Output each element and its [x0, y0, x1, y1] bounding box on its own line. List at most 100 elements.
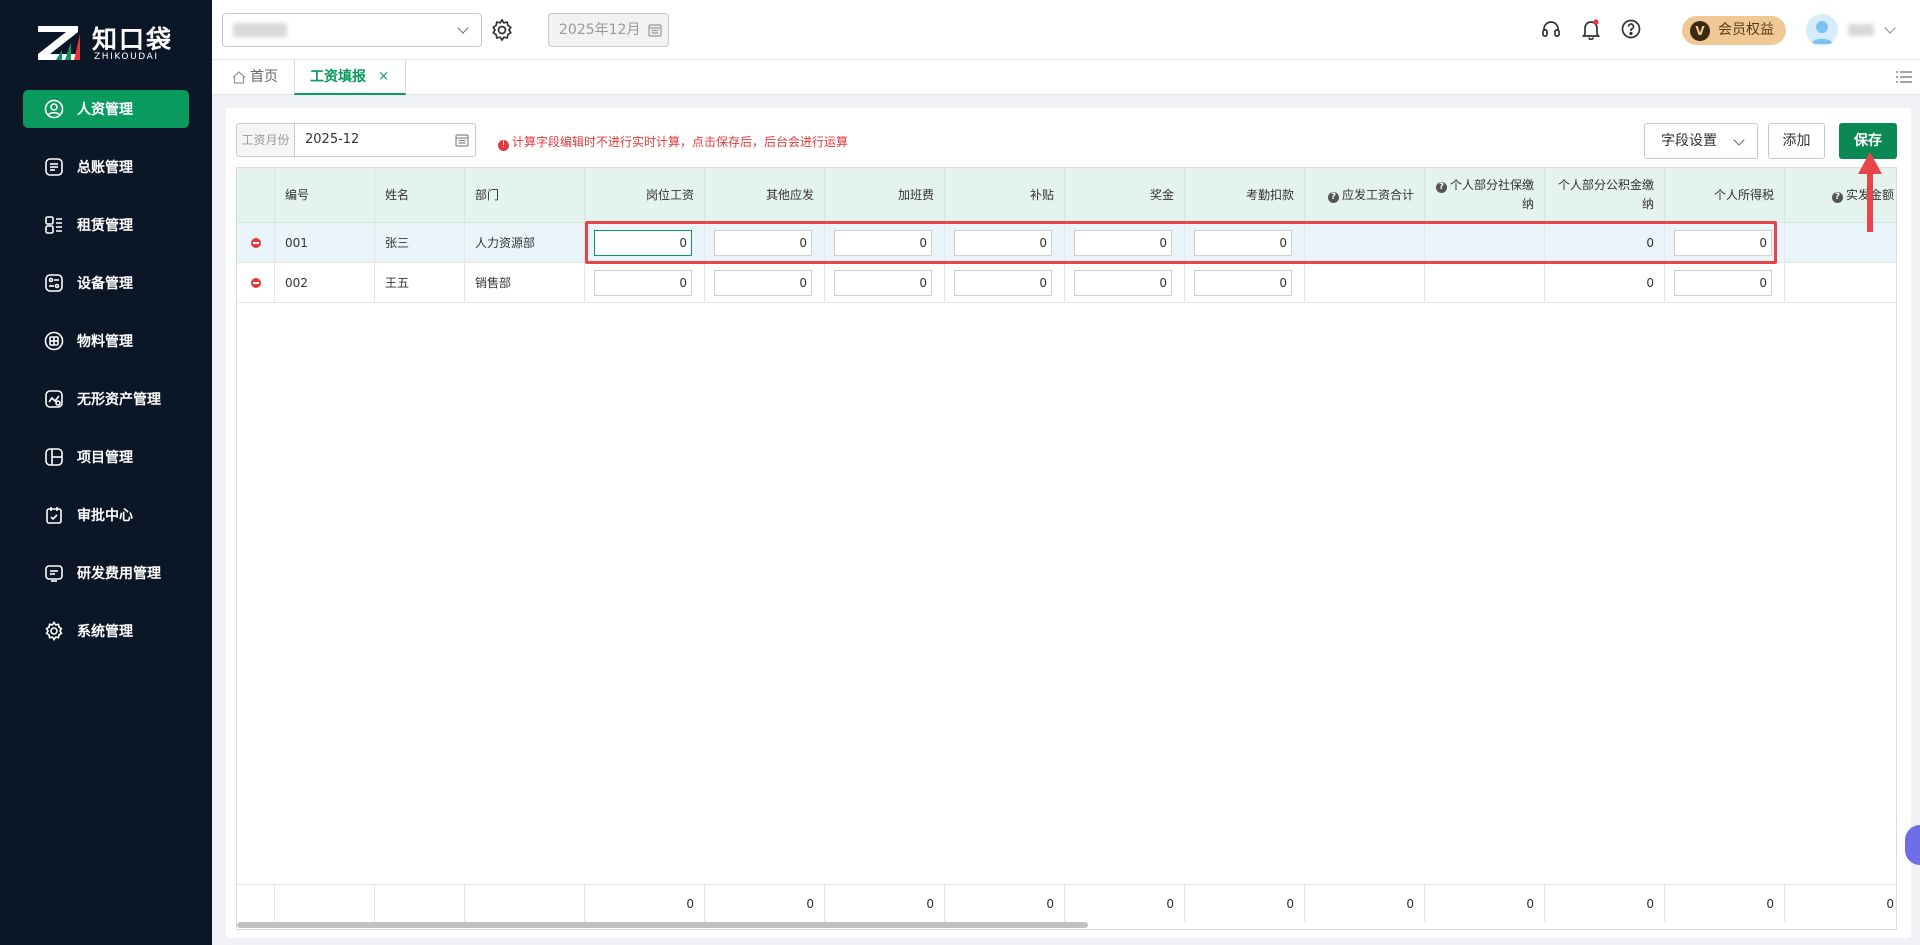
cell-overtime-pay: 0 — [825, 223, 945, 263]
bell-icon[interactable] — [1580, 18, 1602, 40]
attendance-deduction-input[interactable]: 0 — [1194, 230, 1292, 256]
cell-other-pay: 0 — [705, 223, 825, 263]
tab-list-icon[interactable] — [1896, 70, 1912, 84]
column-header-net-pay: ? 实发金额 — [1785, 168, 1896, 223]
column-header-department: 部门 — [465, 168, 585, 223]
bonus-input[interactable]: 0 — [1074, 230, 1172, 256]
bonus-input[interactable]: 0 — [1074, 270, 1172, 296]
cell-employee-id: 002 — [275, 263, 375, 303]
field-settings-dropdown[interactable]: 字段设置 — [1644, 123, 1758, 159]
department-value: 销售部 — [475, 276, 512, 290]
subsidy-input[interactable]: 0 — [954, 270, 1052, 296]
column-header-label: 其他应发 — [765, 187, 814, 202]
user-menu-chevron-icon[interactable] — [1884, 22, 1896, 34]
cell-post-wage: 0 — [585, 223, 705, 263]
salary-table: 编号 姓名 部门 岗位工资 其他应发 加班费 补贴 奖金 考勤扣款? 应发工资合计? 个人部分社保缴… — [236, 167, 1897, 930]
settings-icon[interactable] — [490, 18, 514, 42]
help-icon[interactable]: ? — [1327, 191, 1339, 203]
sidebar-item-project[interactable]: 项目管理 — [23, 438, 189, 476]
cell-housing-fund: 0 — [1545, 223, 1665, 263]
cell-net-pay — [1785, 263, 1896, 303]
sidebar-item-system[interactable]: 系统管理 — [23, 612, 189, 650]
sidebar-item-material[interactable]: 物料管理 — [23, 322, 189, 360]
tab-home[interactable]: 首页 — [230, 60, 278, 95]
housing-fund-value: 0 — [1646, 275, 1654, 290]
column-header-label: 部门 — [475, 187, 500, 202]
avatar[interactable] — [1806, 14, 1838, 46]
home-icon — [232, 71, 246, 84]
field-settings-label: 字段设置 — [1661, 133, 1717, 149]
brand-name-en: ZHIKOUDAI — [94, 52, 159, 62]
tab-label: 工资填报 — [310, 69, 366, 85]
post-wage-input[interactable]: 0 — [594, 270, 692, 296]
attendance-deduction-input[interactable]: 0 — [1194, 270, 1292, 296]
subsidy-input[interactable]: 0 — [954, 230, 1052, 256]
cell-net-pay — [1785, 223, 1896, 263]
sidebar-menu: 人资管理 总账管理 租赁管理 设备管理 物料管理 无形资产管理 项目管理 审批中… — [0, 90, 212, 670]
sidebar-item-label: 物料管理 — [77, 334, 133, 350]
salary-month-label: 工资月份 — [236, 123, 294, 157]
column-header-employee-name: 姓名 — [375, 168, 465, 223]
device-icon — [43, 272, 65, 294]
cell-employee-name: 王五 — [375, 263, 465, 303]
income-tax-input[interactable]: 0 — [1674, 230, 1772, 256]
cell-subsidy: 0 — [945, 223, 1065, 263]
overtime-pay-input[interactable]: 0 — [834, 270, 932, 296]
brand-name: 知口袋 — [92, 25, 174, 54]
post-wage-input[interactable]: 0 — [594, 230, 692, 256]
cell-department: 人力资源部 — [465, 223, 585, 263]
tab-salary-entry[interactable]: 工资填报 × — [294, 60, 406, 95]
save-button[interactable]: 保存 — [1839, 123, 1897, 159]
column-header-subsidy: 补贴 — [945, 168, 1065, 223]
headset-icon[interactable] — [1540, 18, 1562, 40]
close-icon[interactable]: × — [378, 60, 389, 94]
chat-support-icon[interactable] — [1905, 825, 1920, 865]
overtime-pay-input[interactable]: 0 — [834, 230, 932, 256]
sidebar-item-rd-expense[interactable]: 研发费用管理 — [23, 554, 189, 592]
sidebar-item-label: 人资管理 — [77, 102, 133, 118]
tab-bar: 首页 工资填报 × — [212, 60, 1920, 95]
help-icon[interactable] — [1620, 18, 1642, 40]
row-action-cell — [237, 263, 275, 303]
add-button[interactable]: 添加 — [1768, 123, 1825, 159]
cell-housing-fund: 0 — [1545, 263, 1665, 303]
sidebar-item-device[interactable]: 设备管理 — [23, 264, 189, 302]
sidebar-item-ledger[interactable]: 总账管理 — [23, 148, 189, 186]
column-header-label: 补贴 — [1029, 187, 1054, 202]
company-select[interactable] — [222, 13, 482, 47]
column-header-post-wage: 岗位工资 — [585, 168, 705, 223]
income-tax-input[interactable]: 0 — [1674, 270, 1772, 296]
sidebar-item-hr[interactable]: 人资管理 — [23, 90, 189, 128]
horizontal-scrollbar[interactable] — [237, 922, 1088, 928]
total-overtime-pay: 0 — [825, 884, 945, 922]
column-header-label: 姓名 — [385, 187, 410, 202]
sidebar-item-lease[interactable]: 租赁管理 — [23, 206, 189, 244]
brand-logo[interactable]: 知口袋 ZHIKOUDAI — [36, 20, 186, 66]
total-bonus: 0 — [1065, 884, 1185, 922]
other-pay-input[interactable]: 0 — [714, 270, 812, 296]
housing-fund-value: 0 — [1646, 235, 1654, 250]
cell-income-tax: 0 — [1665, 263, 1785, 303]
help-icon[interactable]: ? — [1435, 182, 1447, 193]
employee-id-value: 001 — [285, 235, 308, 250]
salary-month-picker[interactable]: 2025-12 — [294, 123, 476, 157]
remove-row-icon[interactable] — [250, 277, 261, 288]
member-benefits-button[interactable]: V 会员权益 — [1682, 16, 1786, 45]
other-pay-input[interactable]: 0 — [714, 230, 812, 256]
sidebar-item-approval[interactable]: 审批中心 — [23, 496, 189, 534]
remove-row-icon[interactable] — [250, 237, 261, 248]
column-header-label: 应发工资合计 — [1341, 187, 1414, 202]
total-post-wage: 0 — [585, 884, 705, 922]
project-icon — [43, 446, 65, 468]
total-attendance-deduction: 0 — [1185, 884, 1305, 922]
period-picker[interactable]: 2025年12月 — [548, 13, 669, 47]
top-bar: 2025年12月 V 会员权益 — [212, 0, 1920, 60]
sidebar-item-intangible-assets[interactable]: 无形资产管理 — [23, 380, 189, 418]
sidebar: 知口袋 ZHIKOUDAI 人资管理 总账管理 租赁管理 设备管理 物料管理 无… — [0, 0, 212, 945]
help-icon[interactable]: ? — [1831, 191, 1843, 203]
sidebar-item-label: 总账管理 — [77, 160, 133, 176]
column-header-housing-fund: 个人部分公积金缴纳 — [1545, 168, 1665, 223]
cell-department: 销售部 — [465, 263, 585, 303]
column-header-label: 岗位工资 — [645, 187, 694, 202]
sidebar-item-label: 审批中心 — [77, 508, 133, 524]
